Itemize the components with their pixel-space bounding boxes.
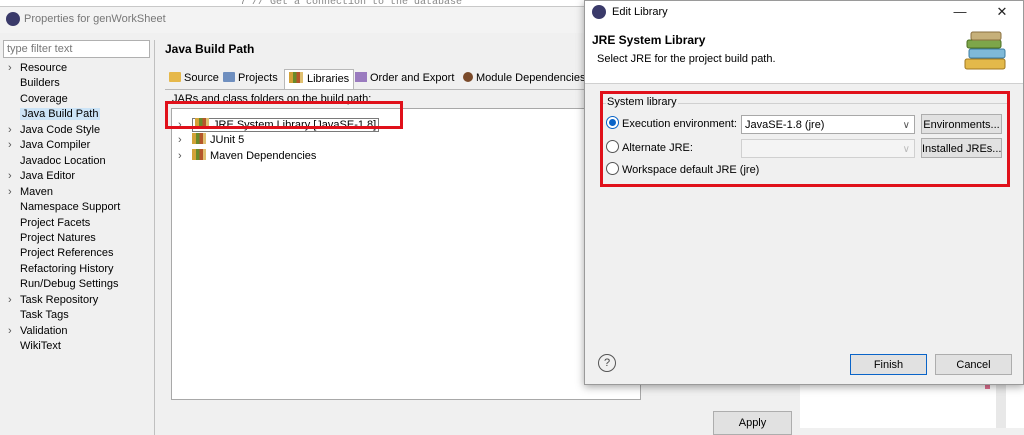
minimize-icon[interactable]: — [946,3,974,21]
highlight-box-system-library [600,91,1010,187]
help-icon[interactable]: ? [598,354,616,372]
finish-button[interactable]: Finish [850,354,927,375]
tab-order-export[interactable]: Order and Export [351,69,458,88]
chevron-right-icon[interactable]: › [178,132,192,148]
vertical-scrollbar[interactable] [996,380,1006,428]
nav-item[interactable]: WikiText [8,339,61,354]
tab-underline [165,89,585,90]
eclipse-icon [6,12,20,26]
nav-item-label: Maven [20,185,54,198]
cancel-button[interactable]: Cancel [935,354,1012,375]
nav-item[interactable]: Task Tags [8,308,69,323]
chevron-right-icon[interactable]: › [8,185,20,200]
split-divider[interactable] [154,40,155,435]
nav-item-label: Project Natures [20,231,96,244]
nav-item-label: Task Repository [20,293,99,306]
eclipse-icon [592,5,606,19]
nav-item-label: Java Code Style [20,123,101,136]
dialog-heading: JRE System Library [592,33,706,47]
nav-item-label: Refactoring History [20,262,114,275]
highlight-box-jre [165,101,403,129]
dialog-subtitle: Select JRE for the project build path. [597,53,776,65]
chevron-right-icon[interactable]: › [8,123,20,138]
libraries-tree[interactable]: › JRE System Library [JavaSE-1.8] › JUnit … [171,108,641,400]
apply-button[interactable]: Apply [713,411,792,435]
nav-item[interactable]: Project Natures [8,231,96,246]
nav-item[interactable]: Javadoc Location [8,154,106,169]
nav-item-label: Validation [20,324,68,337]
nav-item[interactable]: Namespace Support [8,200,120,215]
nav-item[interactable]: Refactoring History [8,262,114,277]
nav-item[interactable]: Project References [8,246,114,261]
nav-item-label: Task Tags [20,309,69,322]
properties-title: Properties for genWorkSheet [24,13,166,25]
nav-item-label: Javadoc Location [20,154,106,167]
dialog-title: Edit Library [612,6,668,18]
chevron-right-icon[interactable]: › [8,324,20,339]
nav-item-label: Project Facets [20,216,91,229]
chevron-right-icon[interactable]: › [178,148,192,164]
chevron-right-icon[interactable]: › [8,138,20,153]
tab-libraries[interactable]: Libraries [284,69,355,89]
nav-item[interactable]: › Validation [8,324,68,339]
filter-input[interactable]: type filter text [3,40,150,58]
projects-icon [223,72,235,82]
tree-item-maven[interactable]: › Maven Dependencies [178,148,316,164]
nav-item[interactable]: Builders [8,76,60,91]
nav-item-label: Resource [20,62,68,74]
tab-projects[interactable]: Projects [219,69,282,88]
nav-item-label: Namespace Support [20,201,121,214]
nav-item[interactable]: › Java Editor [8,169,75,184]
nav-item-label: Builders [20,77,60,90]
dialog-banner: JRE System Library Select JRE for the pr… [585,23,1023,84]
nav-item-label: WikiText [20,340,61,353]
tab-source[interactable]: Source [165,69,223,88]
chevron-right-icon[interactable]: › [8,293,20,308]
nav-item[interactable]: Project Facets [8,216,90,231]
libraries-icon [289,72,303,83]
nav-item[interactable]: Coverage [8,92,68,107]
source-folder-icon [169,72,181,82]
nav-item-label: Java Editor [20,170,76,183]
nav-item-label: Run/Debug Settings [20,278,119,291]
nav-item[interactable]: Run/Debug Settings [8,277,118,292]
order-export-icon [355,72,367,82]
nav-item[interactable]: › Java Code Style [8,123,100,138]
nav-item[interactable]: › Task Repository [8,293,98,308]
close-icon[interactable]: ✕ [988,3,1016,21]
library-icon [192,149,206,160]
nav-item[interactable]: › Maven [8,185,53,200]
page-title: Java Build Path [165,42,255,56]
nav-item-label: Project References [20,247,114,260]
nav-item-label: Coverage [20,92,68,105]
nav-item[interactable]: › Java Compiler [8,138,90,153]
tree-item-junit[interactable]: › JUnit 5 [178,132,244,148]
tab-module-dependencies[interactable]: Module Dependencies [459,69,589,88]
dialog-titlebar: Edit Library — ✕ [585,1,1023,23]
books-icon [964,31,1006,70]
edit-library-dialog: Edit Library — ✕ JRE System Library Sele… [584,0,1024,385]
library-icon [192,133,206,144]
nav-item[interactable]: Java Build Path [8,107,101,122]
nav-item-label: Java Compiler [20,139,91,152]
module-icon [463,72,473,82]
chevron-right-icon[interactable]: › [8,169,20,184]
chevron-right-icon[interactable]: › [8,61,20,76]
nav-item[interactable]: › Resource [8,61,67,76]
nav-item-label: Java Build Path [20,108,101,121]
